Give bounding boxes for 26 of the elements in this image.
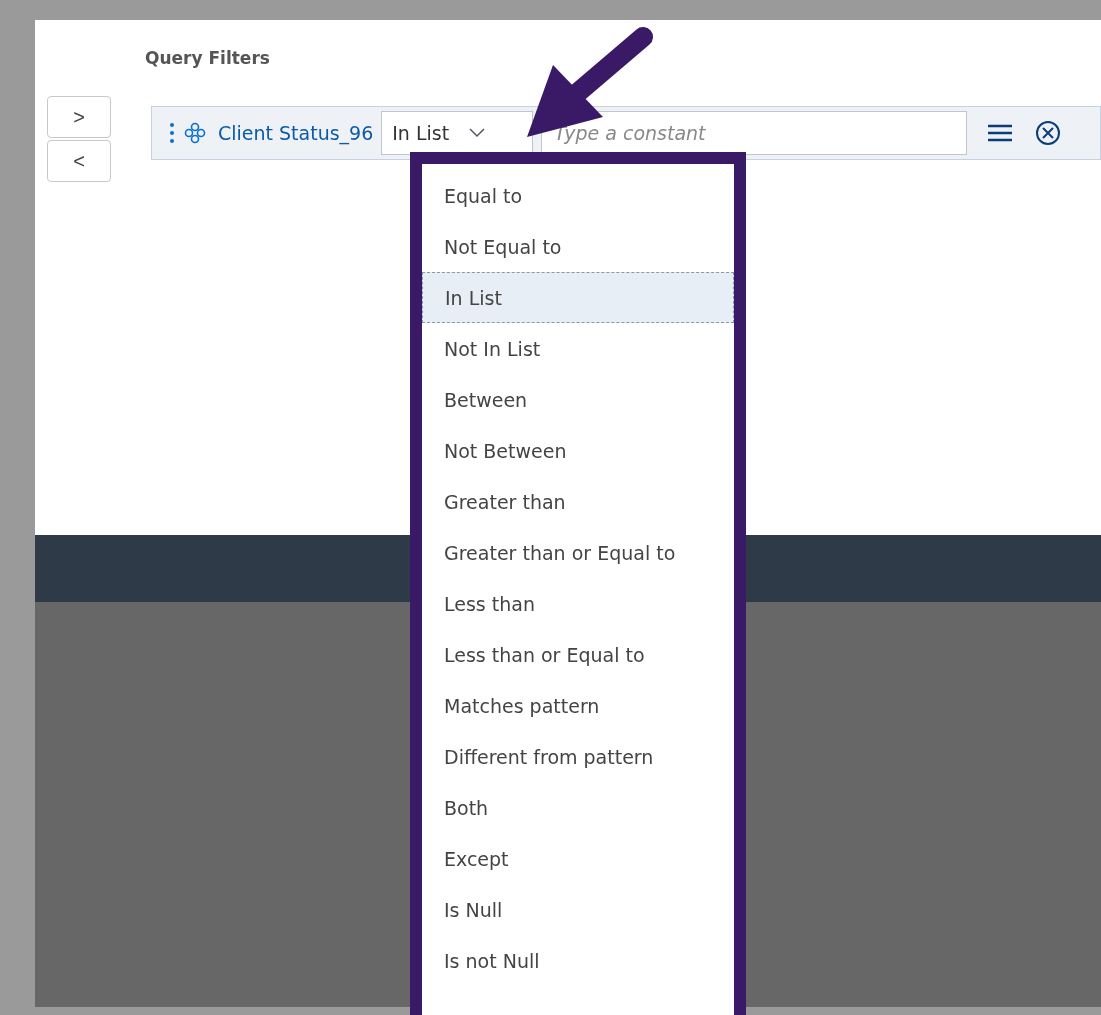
nav-button[interactable]: <: [47, 140, 111, 182]
menu-icon[interactable]: [987, 123, 1014, 143]
object-name[interactable]: Client Status_96: [218, 122, 374, 144]
panel-title: Query Filters: [145, 47, 271, 68]
operator-option[interactable]: Less than: [422, 578, 734, 629]
operator-option[interactable]: Less than or Equal to: [422, 629, 734, 680]
operator-option[interactable]: Between: [422, 374, 734, 425]
nav-button[interactable]: >: [47, 96, 111, 138]
close-icon[interactable]: [1035, 120, 1062, 146]
drag-handle-icon[interactable]: [168, 121, 176, 145]
operator-option[interactable]: In List: [422, 272, 734, 323]
operator-option[interactable]: Both: [422, 782, 734, 833]
dimension-icon: [184, 122, 206, 144]
operator-option[interactable]: Not Equal to: [422, 221, 734, 272]
operator-option[interactable]: Is Null: [422, 884, 734, 935]
caret-icon: [469, 128, 486, 138]
operator-option[interactable]: Different from pattern: [422, 731, 734, 782]
operator-option[interactable]: Greater than or Equal to: [422, 527, 734, 578]
operator-option[interactable]: Equal to: [422, 170, 734, 221]
operator-option[interactable]: Except: [422, 833, 734, 884]
operator-option[interactable]: Not In List: [422, 323, 734, 374]
operator-option[interactable]: Is not Null: [422, 935, 734, 986]
operator-option[interactable]: Not Between: [422, 425, 734, 476]
operator-option[interactable]: Matches pattern: [422, 680, 734, 731]
operator-dropdown[interactable]: In List: [381, 111, 534, 155]
operator-option[interactable]: Greater than: [422, 476, 734, 527]
